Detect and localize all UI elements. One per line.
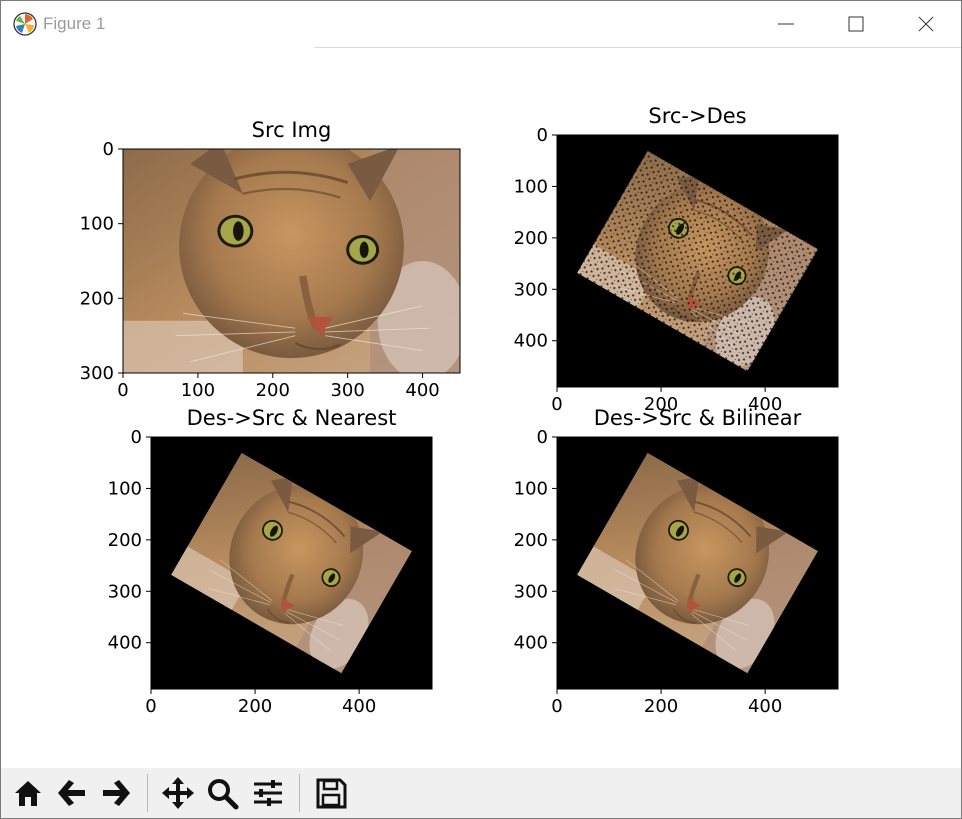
subplot-4: 0 200 400 0 100 200 300 400 Des->Src & Bilinear	[514, 406, 839, 717]
x-tick-label: 0	[551, 394, 562, 415]
maximize-button[interactable]	[821, 1, 891, 47]
back-arrow-icon	[58, 780, 85, 806]
subplot-title: Des->Src & Nearest	[187, 406, 397, 430]
navigation-toolbar	[1, 768, 961, 818]
y-tick-label: 0	[537, 125, 548, 146]
close-icon	[918, 16, 934, 32]
zoom-button[interactable]	[201, 771, 243, 815]
toolbar-separator	[299, 774, 300, 812]
save-button[interactable]	[310, 771, 352, 815]
matplotlib-logo-icon	[13, 12, 37, 36]
y-tick-label: 200	[108, 530, 142, 551]
subplot-title: Des->Src & Bilinear	[594, 406, 802, 430]
home-button[interactable]	[7, 771, 49, 815]
y-tick-label: 300	[514, 279, 548, 300]
y-tick-label: 300	[80, 363, 114, 384]
y-tick-label: 0	[103, 139, 114, 160]
x-tick-label: 0	[551, 696, 562, 717]
y-tick-label: 0	[131, 427, 142, 448]
minimize-icon	[778, 23, 794, 25]
y-tick-label: 400	[514, 633, 548, 654]
subplot-2: 0 200 4000100200300400Src->Des	[514, 104, 839, 415]
save-icon	[316, 778, 347, 809]
forward-button[interactable]	[95, 771, 137, 815]
subplot-title: Src Img	[252, 118, 332, 142]
cat-image	[123, 134, 467, 380]
y-tick-label: 300	[108, 581, 142, 602]
x-tick-label: 100	[181, 380, 215, 401]
x-tick-label: 200	[644, 696, 678, 717]
y-tick-label: 300	[514, 581, 548, 602]
y-tick-label: 100	[514, 478, 548, 499]
y-tick-label: 0	[537, 427, 548, 448]
x-tick-label: 400	[342, 696, 376, 717]
subplot-1: 0 100 200 300 400 0 100 200 300 Src Img	[80, 118, 467, 401]
x-tick-label: 200	[256, 380, 290, 401]
subplot-3: 0 200 400 0 100 200 300 400 Des->Src & Nearest	[108, 406, 433, 717]
x-tick-label: 0	[145, 696, 156, 717]
pan-icon	[162, 777, 194, 809]
y-tick-label: 400	[108, 633, 142, 654]
pan-button[interactable]	[157, 771, 199, 815]
y-tick-label: 400	[514, 331, 548, 352]
y-tick-label: 100	[514, 176, 548, 197]
x-tick-label: 300	[330, 380, 364, 401]
zoom-icon	[208, 779, 239, 810]
x-tick-label: 0	[117, 380, 128, 401]
window-title: Figure 1	[43, 14, 106, 33]
figure-window: Figure 1 0 100 200 300 400 0 100 200 300…	[0, 0, 962, 819]
title-bar: Figure 1	[1, 1, 961, 47]
subplots-button[interactable]	[247, 771, 289, 815]
close-button[interactable]	[891, 1, 961, 47]
back-button[interactable]	[51, 771, 93, 815]
y-tick-label: 200	[514, 530, 548, 551]
x-tick-label: 400	[748, 696, 782, 717]
y-tick-label: 200	[514, 228, 548, 249]
toolbar-separator	[147, 774, 148, 812]
home-icon	[15, 781, 41, 806]
subplots-icon	[254, 780, 282, 806]
minimize-button[interactable]	[751, 1, 821, 47]
x-tick-label: 200	[238, 696, 272, 717]
x-tick-label: 400	[405, 380, 439, 401]
y-tick-label: 100	[80, 214, 114, 235]
y-tick-label: 200	[80, 288, 114, 309]
y-tick-label: 100	[108, 478, 142, 499]
figure-canvas[interactable]: 0 100 200 300 400 0 100 200 300 Src Img 0 200 400 0 10…	[1, 48, 961, 768]
maximize-icon	[848, 16, 864, 32]
subplot-title: Src->Des	[648, 104, 746, 128]
forward-arrow-icon	[103, 780, 130, 806]
